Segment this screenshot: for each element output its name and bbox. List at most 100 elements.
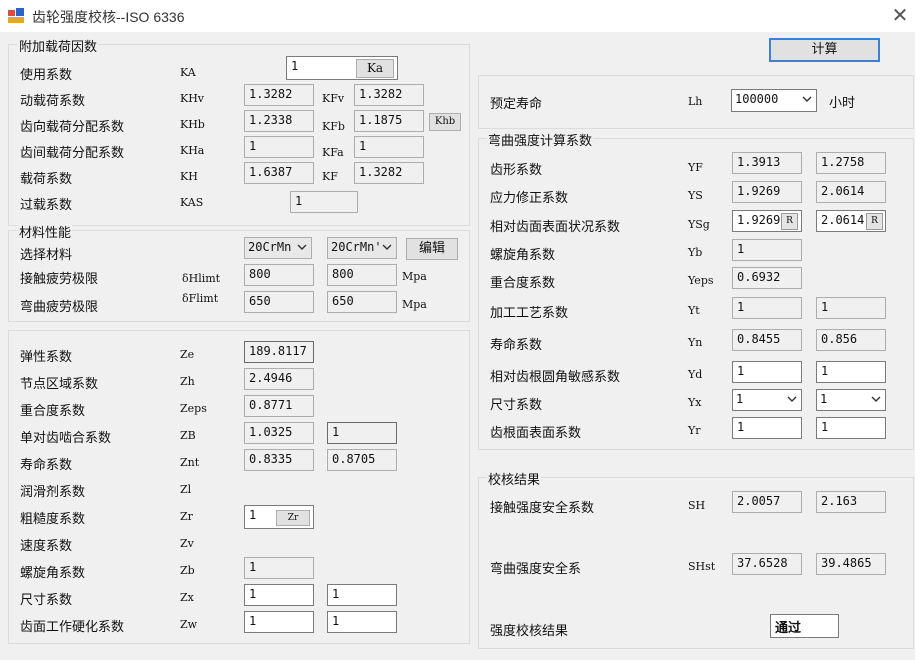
kas-value: 1: [290, 191, 358, 213]
yx-value-2: 1: [820, 392, 828, 406]
zr-symbol: Zr: [180, 510, 193, 523]
overload-factor-label: 过载系数: [20, 198, 73, 213]
ysg-r-button-2[interactable]: R: [866, 213, 883, 230]
transverse-factor-label: 齿间载荷分配系数: [20, 146, 125, 161]
ze-symbol: Ze: [180, 348, 195, 361]
kfb-value: 1.1875: [354, 110, 424, 132]
shst-value-2: 39.4865: [816, 553, 886, 575]
face-factor-label: 齿向载荷分配系数: [20, 120, 125, 135]
yeps-value: 0.6932: [732, 267, 802, 289]
size-factor-label: 尺寸系数: [20, 593, 73, 608]
check-result-label: 强度校核结果: [490, 624, 569, 639]
zx-input-2[interactable]: 1: [327, 584, 397, 606]
edit-material-button[interactable]: 编辑: [406, 238, 458, 260]
chevron-down-icon: [382, 244, 392, 250]
overload-factor-symbol: KAS: [180, 196, 204, 209]
material-2-value: 20CrMn': [331, 240, 382, 254]
zeps-symbol: Zeps: [180, 402, 207, 415]
yt-symbol: Yt: [688, 304, 700, 317]
contact-ratio-bending-label: 重合度系数: [490, 276, 556, 291]
yf-value-1: 1.3913: [732, 152, 802, 174]
kfa-value: 1: [354, 136, 424, 158]
bending-factors-title: 弯曲强度计算系数: [487, 130, 594, 149]
material-2-select[interactable]: 20CrMn': [327, 237, 397, 259]
zw-input-2[interactable]: 1: [327, 611, 397, 633]
load-factors-title: 附加载荷因数: [18, 36, 99, 55]
face-factor-symbol: KHb: [180, 118, 205, 131]
zx-input-1[interactable]: 1: [244, 584, 314, 606]
contact-limit-unit: Mpa: [402, 270, 427, 283]
hours-unit: 小时: [829, 96, 856, 111]
yn-value-2: 0.856: [816, 329, 886, 351]
zr-button[interactable]: Zr: [276, 510, 310, 526]
design-life-label: 预定寿命: [490, 97, 543, 112]
ka-button[interactable]: Ka: [356, 59, 394, 78]
yx-select-1[interactable]: 1: [732, 389, 802, 411]
yr-input-2[interactable]: 1: [816, 417, 886, 439]
sh-value-2: 2.163: [816, 491, 886, 513]
app-icon: [8, 8, 24, 23]
lubricant-factor-label: 润滑剂系数: [20, 485, 86, 500]
root-surface-label: 齿根面表面系数: [490, 426, 582, 441]
chevron-down-icon: [802, 96, 812, 102]
size-bending-label: 尺寸系数: [490, 398, 543, 413]
contact-safety-label: 接触强度安全系数: [490, 501, 595, 516]
form-factor-label: 齿形系数: [490, 163, 543, 178]
zh-symbol: Zh: [180, 375, 195, 388]
use-factor-symbol: KA: [180, 66, 196, 79]
ysg-symbol: YSg: [688, 218, 710, 231]
use-factor-label: 使用系数: [20, 68, 73, 83]
yx-symbol: Yx: [688, 396, 702, 409]
design-life-select[interactable]: 100000: [731, 89, 817, 112]
yr-input-1[interactable]: 1: [732, 417, 802, 439]
calculate-button[interactable]: 计算: [769, 38, 880, 62]
yt-value-1: 1: [732, 297, 802, 319]
load-factor-symbol-2: KF: [322, 170, 338, 183]
check-result-value: 通过: [770, 614, 839, 638]
zw-input-1[interactable]: 1: [244, 611, 314, 633]
zbeta-symbol: Zb: [180, 564, 195, 577]
kfv-value: 1.3282: [354, 84, 424, 106]
yx-select-2[interactable]: 1: [816, 389, 886, 411]
kf-value: 1.3282: [354, 162, 424, 184]
kh-value: 1.6387: [244, 162, 314, 184]
yt-value-2: 1: [816, 297, 886, 319]
window-edge: [915, 32, 922, 660]
window-title: 齿轮强度校核--ISO 6336: [32, 9, 185, 25]
single-pair-label: 单对齿啮合系数: [20, 431, 112, 446]
work-hardening-label: 齿面工作硬化系数: [20, 620, 125, 635]
zl-symbol: Zl: [180, 483, 192, 496]
znt-value-2: 0.8705: [327, 449, 397, 471]
close-icon[interactable]: ✕: [888, 3, 912, 27]
bending-limit-value-1: 650: [244, 291, 314, 313]
process-factor-label: 加工工艺系数: [490, 306, 569, 321]
results-title: 校核结果: [487, 469, 542, 488]
contact-limit-symbol: δHlimt: [182, 272, 221, 285]
chevron-down-icon: [297, 244, 307, 250]
contact-limit-value-1: 800: [244, 264, 314, 286]
ysg-r-button-1[interactable]: R: [781, 213, 798, 230]
yd-input-1[interactable]: 1: [732, 361, 802, 383]
kha-value: 1: [244, 136, 314, 158]
material-1-select[interactable]: 20CrMn: [244, 237, 312, 259]
khb-value: 1.2338: [244, 110, 314, 132]
contact-limit-label: 接触疲劳极限: [20, 272, 99, 287]
notch-sensitivity-label: 相对齿根圆角敏感系数: [490, 370, 621, 385]
design-life-value: 100000: [735, 92, 779, 106]
sh-value-1: 2.0057: [732, 491, 802, 513]
khb-button[interactable]: Khb: [429, 113, 461, 131]
ys-value-2: 2.0614: [816, 181, 886, 203]
contact-ratio-label: 重合度系数: [20, 404, 86, 419]
yd-input-2[interactable]: 1: [816, 361, 886, 383]
lh-symbol: Lh: [688, 95, 703, 108]
zbeta-value: 1: [244, 557, 314, 579]
zh-value: 2.4946: [244, 368, 314, 390]
life-factor-label: 寿命系数: [20, 458, 73, 473]
ys-value-1: 1.9269: [732, 181, 802, 203]
life-bending-label: 寿命系数: [490, 338, 543, 353]
yr-symbol: Yr: [688, 424, 701, 437]
helix-factor-label: 螺旋角系数: [20, 566, 86, 581]
yn-value-1: 0.8455: [732, 329, 802, 351]
yb-value: 1: [732, 239, 802, 261]
surface-condition-label: 相对齿面表面状况系数: [490, 220, 621, 235]
